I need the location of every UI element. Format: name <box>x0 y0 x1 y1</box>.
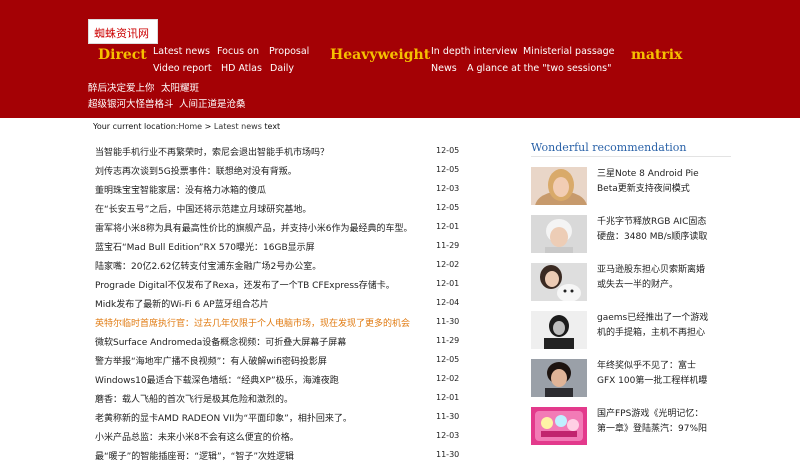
nav-link-news[interactable]: News <box>431 63 457 74</box>
news-item: 刘传志再次谈到5G投票事件：联想绝对没有背叛。 12-05 <box>95 162 465 181</box>
breadcrumb: Your current location:Home > Latest news… <box>93 122 280 131</box>
news-title-link[interactable]: 英特尔临时首席执行官：过去几年仅限于个人电脑市场，现在发现了更多的机会 <box>95 316 410 329</box>
news-title-link[interactable]: 在“长安五号”之后，中国还将示范建立月球研究基地。 <box>95 202 311 215</box>
photo-woman-with-dog[interactable] <box>531 263 587 301</box>
hot-link-1[interactable]: 醉后决定爱上你 <box>88 80 155 94</box>
news-date: 11-30 <box>436 412 460 421</box>
news-title-link[interactable]: 警方举报“海地牢广播不良视频”：有人破解wifi密码投影屏 <box>95 354 327 367</box>
breadcrumb-prefix: Your current location: <box>93 122 179 131</box>
nav-link-ministerial-passage[interactable]: Ministerial passage <box>523 46 615 57</box>
photo-man-white-hair[interactable] <box>531 215 587 253</box>
news-item: Windows10最适合下载深色墙纸：“经典XP”极乐，海滩夜跑 12-02 <box>95 371 465 390</box>
news-title-link[interactable]: Prograde Digital不仅发布了Rexa，还发布了一个TB CFExp… <box>95 278 395 291</box>
news-item: 当智能手机行业不再繁荣时，索尼会退出智能手机市场吗？ 12-05 <box>95 143 465 162</box>
breadcrumb-separator: > <box>202 122 214 131</box>
nav-link-two-sessions[interactable]: A glance at the "two sessions" <box>467 63 611 74</box>
news-item: 陆家嘴：20亿2.62亿转支付宝浦东金融广场2号办公室。 12-02 <box>95 257 465 276</box>
news-title-link[interactable]: 微软Surface Andromeda设备概念视频：可折叠大屏幕子屏幕 <box>95 335 346 348</box>
news-title-link[interactable]: 老黄称新的显卡AMD RADEON VII为“平面印象”，相扑回来了。 <box>95 411 352 424</box>
news-date: 11-29 <box>436 241 460 250</box>
news-title-link[interactable]: Windows10最适合下载深色墙纸：“经典XP”极乐，海滩夜跑 <box>95 373 339 386</box>
news-item: 在“长安五号”之后，中国还将示范建立月球研究基地。 12-05 <box>95 200 465 219</box>
photo-pink-figurines[interactable] <box>531 407 587 445</box>
news-title-link[interactable]: 刘传志再次谈到5G投票事件：联想绝对没有背叛。 <box>95 164 297 177</box>
news-title-link[interactable]: 最“暖子”的智能插座哥：“逻辑”，“智子”次姓逻辑 <box>95 449 294 462</box>
photo-woman-blonde[interactable] <box>531 167 587 205</box>
news-title-link[interactable]: 小米产品总监：未来小米8不会有这么便宜的价格。 <box>95 430 299 443</box>
photo-man-bw[interactable] <box>531 311 587 349</box>
site-header: 蜘蛛资讯网 Direct Latest news Focus on Propos… <box>0 0 800 118</box>
news-date: 12-03 <box>436 431 460 440</box>
nav-link-daily[interactable]: Daily <box>270 63 294 74</box>
news-date: 12-02 <box>436 260 460 269</box>
news-date: 12-01 <box>436 222 460 231</box>
news-date: 11-30 <box>436 450 460 459</box>
recommend-item-link[interactable]: 三星Note 8 Android Pie Beta更新支持夜间模式 <box>597 167 709 197</box>
news-item: 老黄称新的显卡AMD RADEON VII为“平面印象”，相扑回来了。 11-30 <box>95 409 465 428</box>
breadcrumb-tail: text <box>261 122 281 131</box>
nav-category-matrix[interactable]: matrix <box>631 47 682 63</box>
recommend-item: 三星Note 8 Android Pie Beta更新支持夜间模式 <box>531 167 731 215</box>
nav-link-focus-on[interactable]: Focus on <box>217 46 259 57</box>
recommend-item-link[interactable]: 亚马逊股东担心贝索斯离婚或失去一半的财产。 <box>597 263 709 293</box>
news-item: 蓝宝石“Mad Bull Edition”RX 570曝光：16GB显示屏 11-… <box>95 238 465 257</box>
news-date: 12-03 <box>436 184 460 193</box>
recommend-item: 国产FPS游戏《光明记忆：第一章》登陆蒸汽：97%阳性率 <box>531 407 731 455</box>
news-date: 12-04 <box>436 298 460 307</box>
recommend-title: Wonderful recommendation <box>531 141 687 154</box>
site-logo[interactable]: 蜘蛛资讯网 <box>88 19 158 44</box>
news-date: 11-29 <box>436 336 460 345</box>
recommend-item: 千兆字节释放RGB AIC固态硬盘：3480 MB/s顺序读取 <box>531 215 731 263</box>
recommend-item-link[interactable]: gaems已经推出了一个游戏机的手提箱，主机不再担心丢失了 <box>597 311 709 341</box>
nav-link-in-depth-interview[interactable]: In depth interview <box>431 46 518 57</box>
news-title-link[interactable]: 蘑香：载人飞船的首次飞行是极其危险和激烈的。 <box>95 392 293 405</box>
news-date: 12-01 <box>436 279 460 288</box>
news-date: 12-02 <box>436 374 460 383</box>
recommend-item: 年终奖似乎不见了：富士GFX 100第一批工程样机曝光 <box>531 359 731 407</box>
nav-link-latest-news[interactable]: Latest news <box>153 46 210 57</box>
hot-link-2[interactable]: 太阳耀斑 <box>161 80 199 94</box>
recommend-item: 亚马逊股东担心贝索斯离婚或失去一半的财产。 <box>531 263 731 311</box>
recommend-item-link[interactable]: 年终奖似乎不见了：富士GFX 100第一批工程样机曝光 <box>597 359 709 389</box>
breadcrumb-home[interactable]: Home <box>178 122 202 131</box>
nav-link-video-report[interactable]: Video report <box>153 63 212 74</box>
recommend-list: 三星Note 8 Android Pie Beta更新支持夜间模式 千兆字节释放R… <box>531 167 731 455</box>
news-date: 12-05 <box>436 355 460 364</box>
news-date: 12-05 <box>436 165 460 174</box>
nav-category-direct[interactable]: Direct <box>98 47 147 63</box>
news-title-link[interactable]: 当智能手机行业不再繁荣时，索尼会退出智能手机市场吗？ <box>95 145 329 158</box>
photo-man-portrait[interactable] <box>531 359 587 397</box>
breadcrumb-section[interactable]: Latest news <box>214 122 262 131</box>
nav-category-heavyweight[interactable]: Heavyweight <box>330 47 430 63</box>
recommend-divider <box>531 156 731 157</box>
news-item: 蘑香：载人飞船的首次飞行是极其危险和激烈的。 12-01 <box>95 390 465 409</box>
recommend-item-link[interactable]: 千兆字节释放RGB AIC固态硬盘：3480 MB/s顺序读取 <box>597 215 709 245</box>
news-item: 董明珠宝宝智能家居：没有格力冰箱的傻瓜 12-03 <box>95 181 465 200</box>
news-date: 12-05 <box>436 203 460 212</box>
news-date: 11-30 <box>436 317 460 326</box>
news-item: 雷军将小米8称为具有最高性价比的旗舰产品，并支持小米6作为最经典的车型。 12-0… <box>95 219 465 238</box>
news-item: 警方举报“海地牢广播不良视频”：有人破解wifi密码投影屏 12-05 <box>95 352 465 371</box>
news-date: 12-01 <box>436 393 460 402</box>
news-item: Prograde Digital不仅发布了Rexa，还发布了一个TB CFExp… <box>95 276 465 295</box>
news-item: Midk发布了最新的Wi-Fi 6 AP蓝牙组合芯片 12-04 <box>95 295 465 314</box>
news-title-link[interactable]: Midk发布了最新的Wi-Fi 6 AP蓝牙组合芯片 <box>95 297 269 310</box>
recommend-item-link[interactable]: 国产FPS游戏《光明记忆：第一章》登陆蒸汽：97%阳性率 <box>597 407 709 437</box>
hot-link-3[interactable]: 超级银河大怪兽格斗 <box>88 96 174 110</box>
news-date: 12-05 <box>436 146 460 155</box>
news-item: 微软Surface Andromeda设备概念视频：可折叠大屏幕子屏幕 11-29 <box>95 333 465 352</box>
nav-link-hd-atlas[interactable]: HD Atlas <box>221 63 262 74</box>
news-title-link[interactable]: 陆家嘴：20亿2.62亿转支付宝浦东金融广场2号办公室。 <box>95 259 321 272</box>
news-title-link[interactable]: 雷军将小米8称为具有最高性价比的旗舰产品，并支持小米6作为最经典的车型。 <box>95 221 412 234</box>
news-title-link[interactable]: 蓝宝石“Mad Bull Edition”RX 570曝光：16GB显示屏 <box>95 240 315 253</box>
logo-text: 蜘蛛资讯网 <box>94 27 149 40</box>
news-item: 小米产品总监：未来小米8不会有这么便宜的价格。 12-03 <box>95 428 465 447</box>
recommend-item: gaems已经推出了一个游戏机的手提箱，主机不再担心丢失了 <box>531 311 731 359</box>
hot-link-4[interactable]: 人间正道是沧桑 <box>179 96 246 110</box>
nav-link-proposal[interactable]: Proposal <box>269 46 309 57</box>
news-title-link[interactable]: 董明珠宝宝智能家居：没有格力冰箱的傻瓜 <box>95 183 266 196</box>
news-list: 当智能手机行业不再繁荣时，索尼会退出智能手机市场吗？ 12-05 刘传志再次谈到5G… <box>95 143 465 466</box>
news-item: 英特尔临时首席执行官：过去几年仅限于个人电脑市场，现在发现了更多的机会 11-30 <box>95 314 465 333</box>
